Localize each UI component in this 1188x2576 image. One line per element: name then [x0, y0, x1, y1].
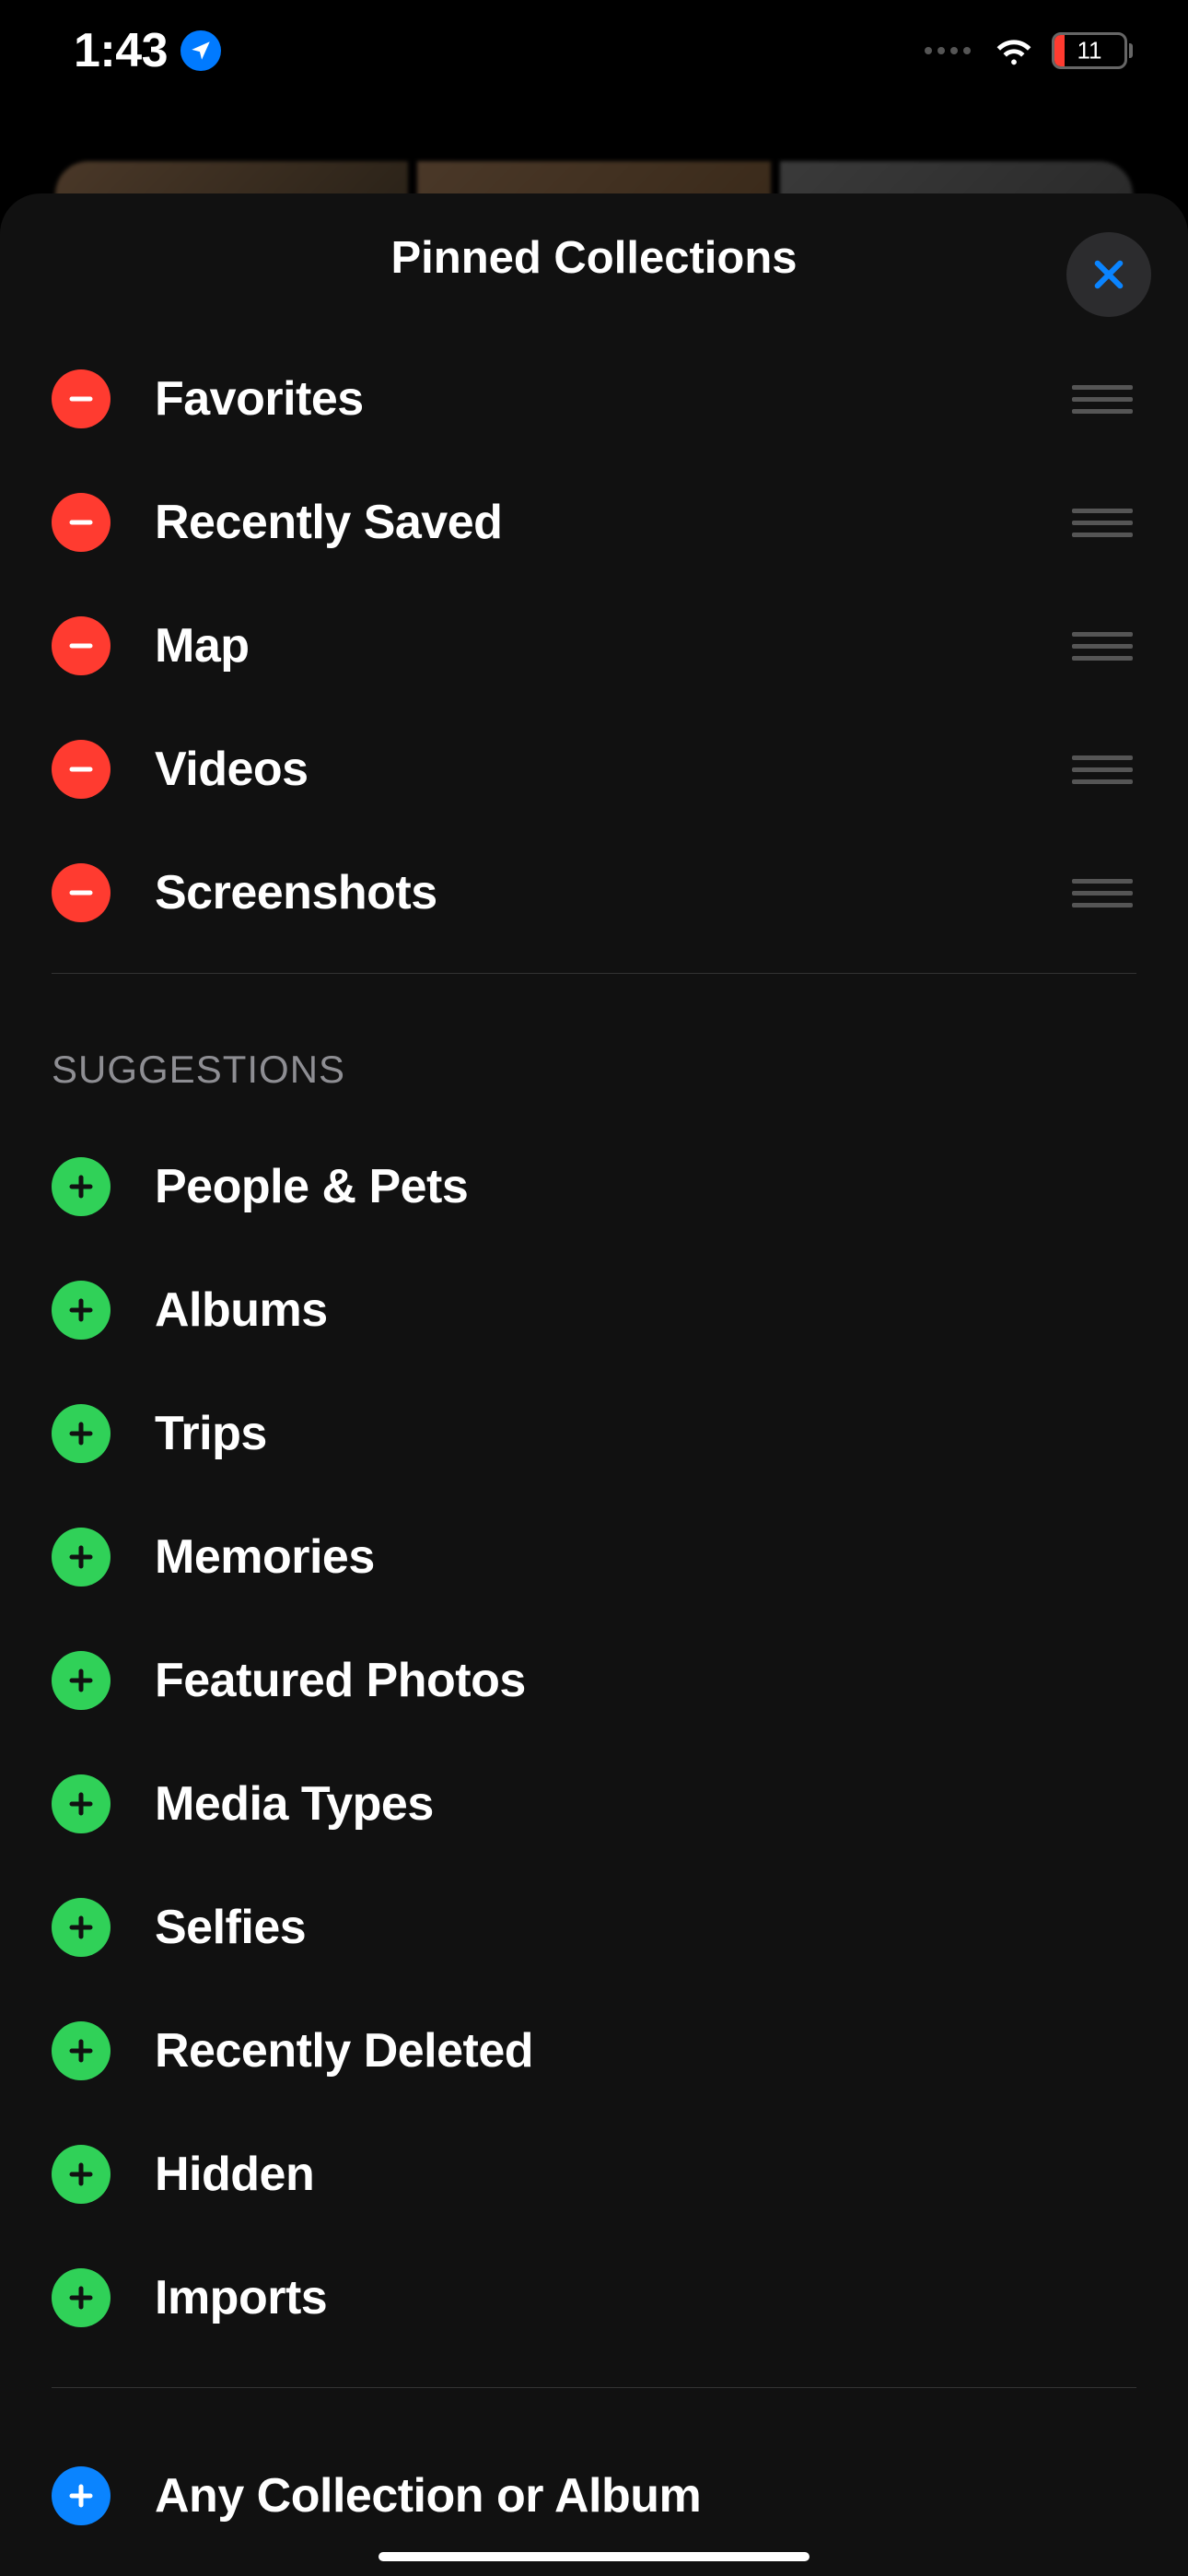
plus-icon: [67, 2482, 95, 2510]
plus-icon: [67, 1296, 95, 1324]
row-label: Any Collection or Album: [155, 2468, 1136, 2523]
add-button[interactable]: [52, 1528, 111, 1587]
plus-icon: [67, 2284, 95, 2312]
pinned-row-recently-saved[interactable]: Recently Saved: [52, 461, 1136, 584]
remove-button[interactable]: [52, 616, 111, 675]
suggestion-row-albums[interactable]: Albums: [52, 1248, 1136, 1372]
row-label: Map: [155, 618, 1028, 673]
row-label: Hidden: [155, 2147, 1136, 2202]
row-label: Screenshots: [155, 865, 1028, 920]
minus-icon: [67, 509, 95, 536]
add-button[interactable]: [52, 2268, 111, 2327]
row-label: Recently Saved: [155, 495, 1028, 550]
add-button[interactable]: [52, 1898, 111, 1957]
pinned-row-videos[interactable]: Videos: [52, 708, 1136, 831]
status-left: 1:43: [74, 23, 221, 78]
remove-button[interactable]: [52, 369, 111, 428]
pinned-row-map[interactable]: Map: [52, 584, 1136, 708]
plus-icon: [67, 1173, 95, 1200]
row-label: Albums: [155, 1282, 1136, 1338]
add-button[interactable]: [52, 1774, 111, 1833]
row-label: Imports: [155, 2270, 1136, 2325]
row-label: Selfies: [155, 1900, 1136, 1955]
minus-icon: [67, 755, 95, 783]
status-right: 11: [925, 32, 1133, 70]
row-label: Favorites: [155, 371, 1028, 427]
cellular-dots-icon: [925, 47, 971, 54]
plus-icon: [67, 1790, 95, 1818]
pinned-list: Favorites Recently Saved Map: [52, 322, 1136, 954]
plus-icon: [67, 2160, 95, 2188]
plus-icon: [67, 1667, 95, 1694]
drag-handle[interactable]: [1072, 755, 1136, 784]
suggestion-row-featured-photos[interactable]: Featured Photos: [52, 1619, 1136, 1742]
battery-indicator: 11: [1052, 32, 1133, 69]
any-collection-row[interactable]: Any Collection or Album: [52, 2434, 1136, 2558]
drag-handle[interactable]: [1072, 385, 1136, 414]
suggestion-row-media-types[interactable]: Media Types: [52, 1742, 1136, 1866]
add-button[interactable]: [52, 2021, 111, 2080]
drag-handle[interactable]: [1072, 509, 1136, 537]
plus-icon: [67, 1914, 95, 1941]
minus-icon: [67, 879, 95, 907]
add-button[interactable]: [52, 2145, 111, 2204]
suggestion-row-trips[interactable]: Trips: [52, 1372, 1136, 1495]
row-label: Memories: [155, 1529, 1136, 1585]
add-button[interactable]: [52, 1404, 111, 1463]
home-indicator[interactable]: [379, 2552, 809, 2561]
row-label: Media Types: [155, 1776, 1136, 1832]
row-label: Trips: [155, 1406, 1136, 1461]
drag-handle[interactable]: [1072, 879, 1136, 907]
suggestion-row-hidden[interactable]: Hidden: [52, 2113, 1136, 2236]
row-label: People & Pets: [155, 1159, 1136, 1214]
row-label: Videos: [155, 742, 1028, 797]
suggestion-row-imports[interactable]: Imports: [52, 2236, 1136, 2359]
plus-icon: [67, 1420, 95, 1447]
add-button[interactable]: [52, 1651, 111, 1710]
close-icon: [1089, 255, 1128, 294]
row-label: Recently Deleted: [155, 2023, 1136, 2078]
add-any-button[interactable]: [52, 2466, 111, 2525]
plus-icon: [67, 2037, 95, 2065]
wifi-icon: [993, 32, 1035, 70]
minus-icon: [67, 632, 95, 660]
suggestion-row-memories[interactable]: Memories: [52, 1495, 1136, 1619]
sheet-title: Pinned Collections: [390, 232, 797, 284]
suggestion-row-selfies[interactable]: Selfies: [52, 1866, 1136, 1989]
remove-button[interactable]: [52, 493, 111, 552]
battery-percentage: 11: [1054, 37, 1124, 65]
suggestion-row-people-pets[interactable]: People & Pets: [52, 1125, 1136, 1248]
drag-handle[interactable]: [1072, 632, 1136, 661]
suggestion-row-recently-deleted[interactable]: Recently Deleted: [52, 1989, 1136, 2113]
sheet-content: Favorites Recently Saved Map: [0, 322, 1188, 2558]
status-time: 1:43: [74, 23, 168, 78]
location-services-icon: [181, 30, 221, 71]
pinned-row-favorites[interactable]: Favorites: [52, 337, 1136, 461]
minus-icon: [67, 385, 95, 413]
remove-button[interactable]: [52, 863, 111, 922]
status-bar: 1:43 11: [0, 0, 1188, 101]
remove-button[interactable]: [52, 740, 111, 799]
pinned-collections-sheet: Pinned Collections Favorites Recently Sa…: [0, 193, 1188, 2576]
close-button[interactable]: [1066, 232, 1151, 317]
suggestions-header: SUGGESTIONS: [52, 974, 1136, 1125]
add-button[interactable]: [52, 1157, 111, 1216]
pinned-row-screenshots[interactable]: Screenshots: [52, 831, 1136, 954]
plus-icon: [67, 1543, 95, 1571]
sheet-header: Pinned Collections: [0, 193, 1188, 322]
row-label: Featured Photos: [155, 1653, 1136, 1708]
add-button[interactable]: [52, 1281, 111, 1340]
suggestions-list: People & Pets Albums Trips Memories: [52, 1125, 1136, 2359]
